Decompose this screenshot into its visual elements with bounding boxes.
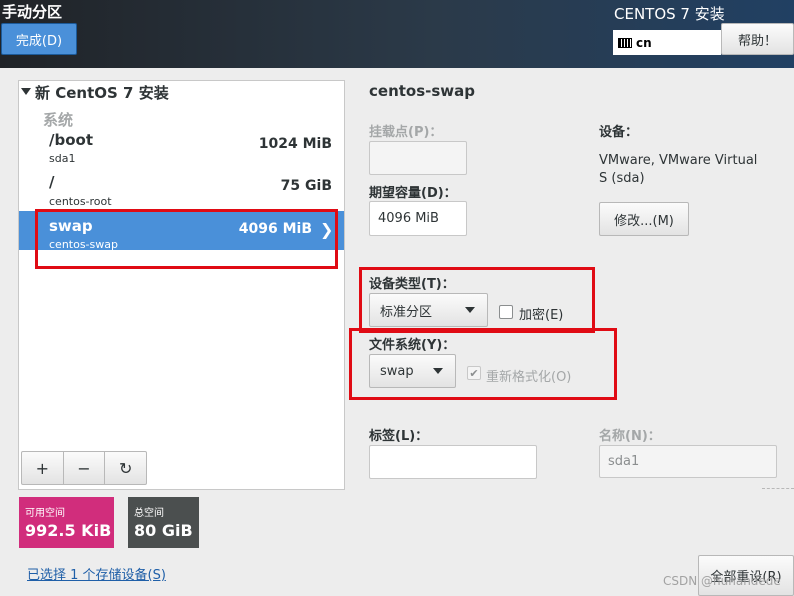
encrypt-label: 加密(E): [519, 308, 564, 323]
reformat-checkbox-checked-icon[interactable]: ✔: [467, 366, 481, 380]
dropdown-arrow-icon: [465, 307, 475, 313]
total-space-value: 80 GiB: [134, 521, 193, 540]
name-field[interactable]: sda1: [599, 445, 777, 478]
encrypt-checkbox[interactable]: [499, 305, 513, 319]
keyboard-icon: [618, 37, 632, 48]
available-space-label: 可用空间: [25, 508, 65, 519]
device-type-dropdown[interactable]: 标准分区: [369, 293, 488, 327]
divider: [762, 488, 794, 489]
selected-storage-link[interactable]: 已选择 1 个存储设备(S): [27, 564, 166, 583]
detail-title: centos-swap: [369, 82, 476, 100]
remove-partition-button[interactable]: −: [64, 452, 106, 484]
name-label: 名称(N)：: [599, 429, 661, 444]
partition-toolbar: + − ↻: [21, 451, 147, 485]
total-space-label: 总空间: [134, 508, 164, 519]
total-space-box: 总空间 80 GiB: [128, 497, 199, 548]
install-title: 新 CentOS 7 安装: [35, 84, 169, 102]
row-size: 75 GiB: [280, 178, 332, 194]
expander-down-icon[interactable]: [21, 88, 31, 95]
mount-point-label: 挂载点(P)：: [369, 125, 443, 140]
filesystem-dropdown[interactable]: swap: [369, 354, 456, 388]
mount-point-field[interactable]: [369, 141, 467, 175]
keyboard-layout-label: cn: [636, 35, 652, 50]
filesystem-value: swap: [380, 363, 414, 379]
tag-field[interactable]: [369, 445, 537, 479]
add-partition-button[interactable]: +: [22, 452, 64, 484]
row-device-name: centos-root: [49, 195, 112, 208]
available-space-value: 992.5 KiB: [25, 521, 112, 540]
keyboard-layout-indicator[interactable]: cn: [613, 30, 721, 55]
desired-capacity-field[interactable]: 4096 MiB: [369, 201, 467, 236]
filesystem-label: 文件系统(Y)：: [369, 338, 456, 353]
tag-label: 标签(L)：: [369, 429, 429, 444]
done-button[interactable]: 完成(D): [1, 23, 77, 55]
available-space-box: 可用空间 992.5 KiB: [19, 497, 114, 548]
page-title: 手动分区: [2, 3, 63, 21]
device-type-label: 设备类型(T)：: [369, 277, 455, 292]
modify-device-button[interactable]: 修改...(M): [599, 202, 689, 236]
dropdown-arrow-icon: [433, 368, 443, 374]
device-type-value: 标准分区: [380, 304, 433, 320]
product-title: CENTOS 7 安装: [614, 5, 725, 23]
refresh-icon[interactable]: ↻: [105, 452, 146, 484]
row-size: 1024 MiB: [258, 136, 332, 152]
help-button[interactable]: 帮助！: [721, 23, 794, 55]
device-value: VMware, VMware Virtual S (sda): [599, 153, 758, 186]
row-device-name: sda1: [49, 152, 76, 165]
row-mount-name: /: [49, 173, 55, 191]
desired-capacity-label: 期望容量(D)：: [369, 186, 457, 201]
section-label-system: 系统: [43, 111, 74, 129]
device-label: 设备：: [599, 125, 639, 140]
reformat-label: 重新格式化(O): [486, 370, 572, 385]
highlight-box-swap: [35, 209, 338, 269]
row-mount-name: /boot: [49, 131, 93, 149]
watermark: CSDN @hunandede: [663, 574, 781, 588]
